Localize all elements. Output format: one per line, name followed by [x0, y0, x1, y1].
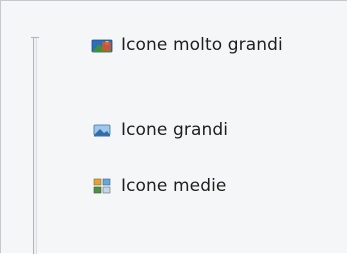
menu-item-label: Icone grandi — [121, 120, 229, 140]
medium-icons-icon — [93, 178, 111, 194]
menu-item-extra-large-icons[interactable]: Icone molto grandi — [91, 32, 283, 58]
slider-tick — [31, 37, 39, 38]
menu-item-label: Icone medie — [121, 176, 227, 196]
icon-size-slider-track[interactable] — [31, 37, 39, 254]
menu-item-label: Icone molto grandi — [121, 35, 283, 55]
menu-item-large-icons[interactable]: Icone grandi — [91, 117, 228, 143]
menu-item-medium-icons[interactable]: Icone medie — [91, 173, 227, 199]
extra-large-icons-icon — [91, 39, 113, 53]
large-icons-icon — [93, 124, 111, 137]
view-size-menu: Icone molto grandi Icone grandi Icone me… — [0, 0, 347, 254]
